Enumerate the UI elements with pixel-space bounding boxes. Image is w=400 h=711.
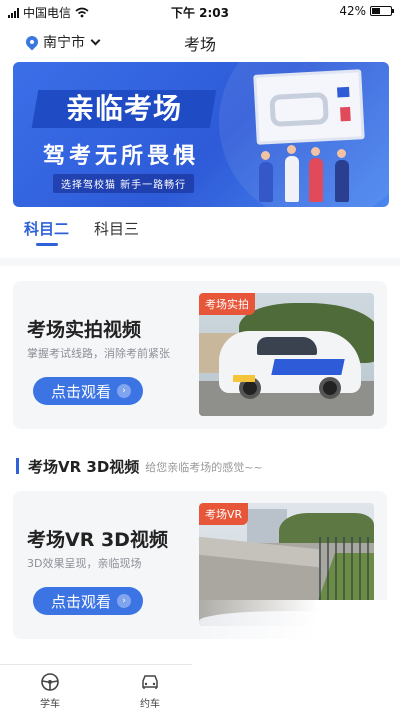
promo-banner[interactable]: 亲临考场 驾考无所畏惧 选择驾校猫 新手一路畅行 xyxy=(13,62,389,207)
tab-subject-three[interactable]: 科目三 xyxy=(94,218,139,239)
banner-subtitle: 驾考无所畏惧 xyxy=(43,144,200,169)
photo-tag: 考场VR xyxy=(199,503,249,525)
photo-tag: 考场实拍 xyxy=(199,293,255,315)
car-booking-icon xyxy=(142,675,158,689)
section-accent-bar xyxy=(16,458,19,474)
tab-subject-two[interactable]: 科目二 xyxy=(24,218,69,239)
card-description: 3D效果呈现，亲临现场 xyxy=(27,557,142,570)
watch-button-label: 点击观看 xyxy=(51,382,112,401)
status-bar: 中国电信 下午 2:03 42% xyxy=(0,0,400,22)
active-tab-indicator xyxy=(36,243,58,246)
steering-wheel-icon xyxy=(41,673,59,691)
watch-button[interactable]: 点击观看 › xyxy=(33,587,143,615)
card-title: 考场VR 3D视频 xyxy=(27,529,168,551)
nav-label: 约车 xyxy=(140,699,160,710)
bottom-nav-border xyxy=(0,664,192,665)
banner-title: 亲临考场 xyxy=(31,90,217,128)
battery-icon xyxy=(370,6,394,16)
page-title: 考场 xyxy=(183,35,216,54)
arrow-right-icon: › xyxy=(117,594,132,608)
exam-car-photo: 考场实拍 xyxy=(199,293,374,416)
section-divider xyxy=(0,258,400,266)
arrow-right-icon: › xyxy=(117,384,132,398)
battery-percent: 42% xyxy=(339,4,366,18)
nav-label: 学车 xyxy=(40,699,60,710)
section-subtitle: 给您亲临考场的感觉~~ xyxy=(145,461,263,474)
card-description: 掌握考试线路，消除考前紧张 xyxy=(27,347,170,360)
exam-site-video-card[interactable]: 考场实拍视频 掌握考试线路，消除考前紧张 点击观看 › 考场实拍 xyxy=(13,281,387,429)
banner-board-illustration xyxy=(253,69,365,145)
vr-section-header: 考场VR 3D视频 给您亲临考场的感觉~~ xyxy=(16,456,263,476)
watch-button[interactable]: 点击观看 › xyxy=(33,377,143,405)
status-right: 42% xyxy=(339,4,394,18)
nav-book-car[interactable]: 约车 xyxy=(125,672,175,710)
watch-button-label: 点击观看 xyxy=(51,592,112,611)
banner-people-illustration xyxy=(255,142,375,202)
header: 南宁市 考场 xyxy=(0,22,400,60)
screen-fade-overlay xyxy=(192,600,400,711)
nav-learn-driving[interactable]: 学车 xyxy=(25,672,75,710)
section-title: 考场VR 3D视频 xyxy=(28,457,140,476)
banner-tagline: 选择驾校猫 新手一路畅行 xyxy=(53,174,195,193)
card-title: 考场实拍视频 xyxy=(27,319,142,341)
